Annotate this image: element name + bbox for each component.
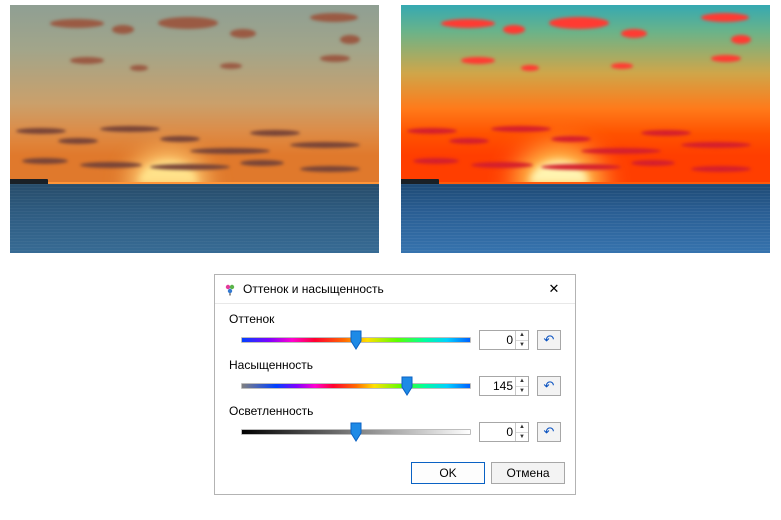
lightness-group: Осветленность ▲ ▼ ↶ [229, 404, 561, 442]
preview-saturated [401, 5, 770, 253]
app-icon [223, 282, 237, 296]
saturation-spin-up[interactable]: ▲ [516, 377, 528, 387]
hue-reset-button[interactable]: ↶ [537, 330, 561, 350]
saturation-track [241, 383, 471, 389]
close-button[interactable]: ✕ [535, 278, 573, 300]
lightness-spin-down[interactable]: ▼ [516, 433, 528, 442]
sea-region [401, 184, 770, 253]
clouds-high [401, 5, 770, 104]
dialog-body: Оттенок ▲ ▼ ↶ [215, 304, 575, 454]
hue-label: Оттенок [229, 312, 561, 326]
saturation-group: Насыщенность ▲ ▼ ↶ [229, 358, 561, 396]
hue-value-input[interactable] [480, 331, 515, 349]
dialog-buttons: OK Отмена [215, 454, 575, 494]
saturation-spinbox[interactable]: ▲ ▼ [479, 376, 529, 396]
reset-icon: ↶ [544, 378, 555, 394]
dialog-title: Оттенок и насыщенность [243, 282, 535, 296]
hue-saturation-dialog: Оттенок и насыщенность ✕ Оттенок ▲ [214, 274, 576, 495]
sea-region [10, 184, 379, 253]
hue-spin-down[interactable]: ▼ [516, 341, 528, 350]
saturation-reset-button[interactable]: ↶ [537, 376, 561, 396]
preview-row [10, 5, 770, 265]
clouds-high [10, 5, 379, 104]
lightness-slider[interactable] [241, 422, 471, 442]
lightness-reset-button[interactable]: ↶ [537, 422, 561, 442]
preview-original [10, 5, 379, 253]
hue-spin-up[interactable]: ▲ [516, 331, 528, 341]
cancel-button[interactable]: Отмена [491, 462, 565, 484]
lightness-value-input[interactable] [480, 423, 515, 441]
lightness-spin-up[interactable]: ▲ [516, 423, 528, 433]
reset-icon: ↶ [544, 332, 555, 348]
hue-spinbox[interactable]: ▲ ▼ [479, 330, 529, 350]
hue-track [241, 337, 471, 343]
ok-button[interactable]: OK [411, 462, 485, 484]
saturation-label: Насыщенность [229, 358, 561, 372]
saturation-value-input[interactable] [480, 377, 515, 395]
saturation-slider[interactable] [241, 376, 471, 396]
titlebar[interactable]: Оттенок и насыщенность ✕ [215, 275, 575, 304]
saturation-spin-down[interactable]: ▼ [516, 387, 528, 396]
hue-slider[interactable] [241, 330, 471, 350]
lightness-track [241, 429, 471, 435]
hue-group: Оттенок ▲ ▼ ↶ [229, 312, 561, 350]
reset-icon: ↶ [544, 424, 555, 440]
lightness-label: Осветленность [229, 404, 561, 418]
lightness-spinbox[interactable]: ▲ ▼ [479, 422, 529, 442]
close-icon: ✕ [549, 281, 560, 297]
